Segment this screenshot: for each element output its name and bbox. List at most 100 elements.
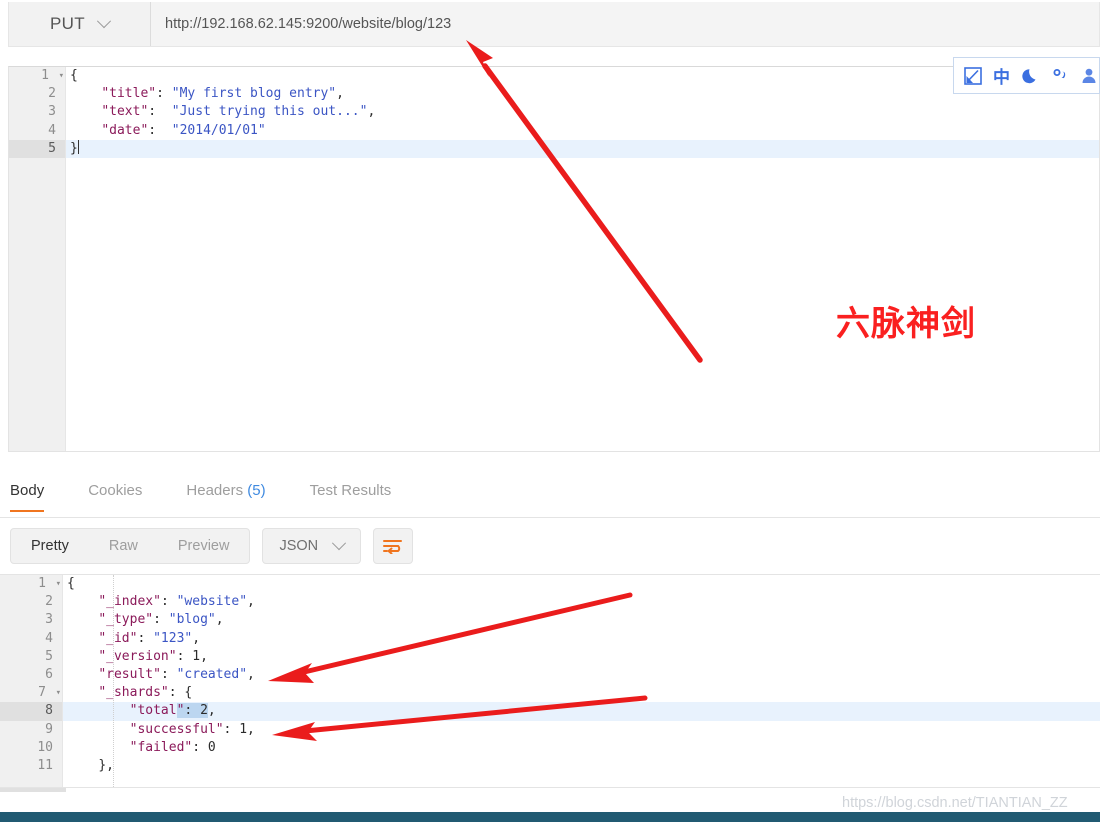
line-number: 4 xyxy=(48,122,56,138)
http-method-selector[interactable]: PUT xyxy=(9,2,151,46)
line-number: 5 xyxy=(45,648,53,664)
code-token: : xyxy=(148,122,172,138)
code-token: { xyxy=(184,685,193,701)
request-body-editor[interactable]: 1 ▾ 2 3 4 5 { "title": "My first blog entry",… xyxy=(8,66,1100,452)
code-token: "date" xyxy=(101,122,149,138)
code-line[interactable]: "_version": 1, xyxy=(63,648,1100,666)
view-mode-preview[interactable]: Preview xyxy=(158,529,250,563)
response-format-label: JSON xyxy=(279,538,319,554)
user-glyph xyxy=(1082,68,1095,83)
code-line[interactable]: "_id": "123", xyxy=(63,630,1100,648)
line-number: 1 ▾ xyxy=(0,575,62,593)
response-horizontal-scrollbar[interactable] xyxy=(0,787,1100,793)
line-number: 3 xyxy=(45,612,53,628)
response-code-area[interactable]: { "_index": "website", "_type": "blog", … xyxy=(63,575,1100,787)
response-format-select[interactable]: JSON xyxy=(262,528,362,564)
code-line[interactable]: "_index": "website", xyxy=(63,593,1100,611)
sogou-logo-icon[interactable] xyxy=(962,64,983,88)
code-token: "website" xyxy=(176,594,248,610)
code-token: 1 xyxy=(239,721,248,737)
line-number: 6 xyxy=(45,666,53,682)
tab-test-results[interactable]: Test Results xyxy=(310,470,392,512)
code-line[interactable]: "successful": 1, xyxy=(63,721,1100,739)
response-view-mode-group: Pretty Raw Preview xyxy=(10,528,251,564)
code-line[interactable]: "failed": 0 xyxy=(63,739,1100,757)
os-taskbar xyxy=(0,812,1100,822)
fold-toggle-icon[interactable]: ▾ xyxy=(52,684,61,702)
code-line[interactable]: "_type": "blog", xyxy=(63,611,1100,629)
tab-headers[interactable]: Headers (5) xyxy=(186,470,265,512)
line-number: 8 xyxy=(0,702,62,721)
view-mode-raw[interactable]: Raw xyxy=(89,529,158,563)
sogou-logo-glyph xyxy=(963,66,982,85)
tab-label: Cookies xyxy=(88,482,143,499)
code-token: : xyxy=(192,739,208,755)
punctuation-mode-icon[interactable] xyxy=(1049,64,1070,88)
code-token: "failed" xyxy=(129,739,193,755)
code-line[interactable]: "total": 2, xyxy=(63,702,1100,721)
code-line[interactable]: "date": "2014/01/01" xyxy=(66,122,1099,140)
response-line-number-gutter: 1 ▾ 2 3 4 5 6 7 ▾ 8 9 10 11 xyxy=(0,575,63,787)
code-token: : xyxy=(148,104,172,120)
code-token: "text" xyxy=(101,104,149,120)
code-line[interactable]: }, xyxy=(63,757,1100,775)
code-token: , xyxy=(192,630,201,646)
code-token: , xyxy=(215,612,224,628)
tab-label: Test Results xyxy=(309,482,392,499)
punctuation-glyph xyxy=(1053,68,1065,78)
code-token: , xyxy=(367,104,376,120)
code-token: "_index" xyxy=(98,594,161,610)
code-line[interactable]: { xyxy=(66,67,1099,85)
scrollbar-thumb[interactable] xyxy=(0,788,66,792)
code-line[interactable]: "text": "Just trying this out...", xyxy=(66,103,1099,121)
request-url-input[interactable]: http://192.168.62.145:9200/website/blog/… xyxy=(151,2,1099,46)
response-tab-bar: Body Cookies Headers (5) Test Results xyxy=(0,470,1100,518)
code-line[interactable]: { xyxy=(63,575,1100,593)
code-token: : xyxy=(153,612,169,628)
code-token: "_id" xyxy=(98,630,138,646)
code-token: "123" xyxy=(153,630,193,646)
code-line[interactable]: "title": "My first blog entry", xyxy=(66,85,1099,103)
fold-toggle-icon[interactable]: ▾ xyxy=(52,575,61,593)
line-number: 9 xyxy=(45,721,53,737)
line-number: 7 ▾ xyxy=(0,684,62,702)
tab-cookies[interactable]: Cookies xyxy=(88,470,142,512)
code-token: "My first blog entry" xyxy=(171,86,337,102)
user-icon[interactable] xyxy=(1078,64,1099,88)
code-token: : xyxy=(156,86,172,102)
code-token: "2014/01/01" xyxy=(171,122,266,138)
wrap-lines-button[interactable] xyxy=(373,528,414,564)
code-token: "_version" xyxy=(98,648,177,664)
indent-guide xyxy=(113,575,114,787)
line-number: 10 xyxy=(37,739,53,755)
moon-icon[interactable] xyxy=(1020,64,1041,88)
code-token: "_shards" xyxy=(98,685,169,701)
code-line[interactable]: } xyxy=(66,139,1099,158)
code-token: : xyxy=(160,666,177,682)
code-line[interactable]: "_shards": { xyxy=(63,684,1100,702)
code-token: "Just trying this out..." xyxy=(171,104,368,120)
ime-floating-toolbar[interactable]: 中 xyxy=(953,57,1100,94)
code-token: "result" xyxy=(98,666,161,682)
code-token: , xyxy=(247,666,255,682)
code-token: : xyxy=(223,721,240,737)
fold-toggle-icon[interactable]: ▾ xyxy=(55,67,64,85)
tab-body[interactable]: Body xyxy=(10,470,45,512)
code-token: "created" xyxy=(176,666,248,682)
line-number: 4 xyxy=(45,630,53,646)
http-method-label: PUT xyxy=(50,14,85,33)
request-code-area[interactable]: { "title": "My first blog entry", "text"… xyxy=(66,67,1099,451)
code-line[interactable]: "result": "created", xyxy=(63,666,1100,684)
chinese-mode-icon[interactable]: 中 xyxy=(991,64,1012,88)
code-token: "successful" xyxy=(129,721,224,737)
response-body-viewer[interactable]: 1 ▾ 2 3 4 5 6 7 ▾ 8 9 10 11 { "_index": "website", "… xyxy=(0,575,1100,787)
view-mode-pretty[interactable]: Pretty xyxy=(11,529,89,563)
